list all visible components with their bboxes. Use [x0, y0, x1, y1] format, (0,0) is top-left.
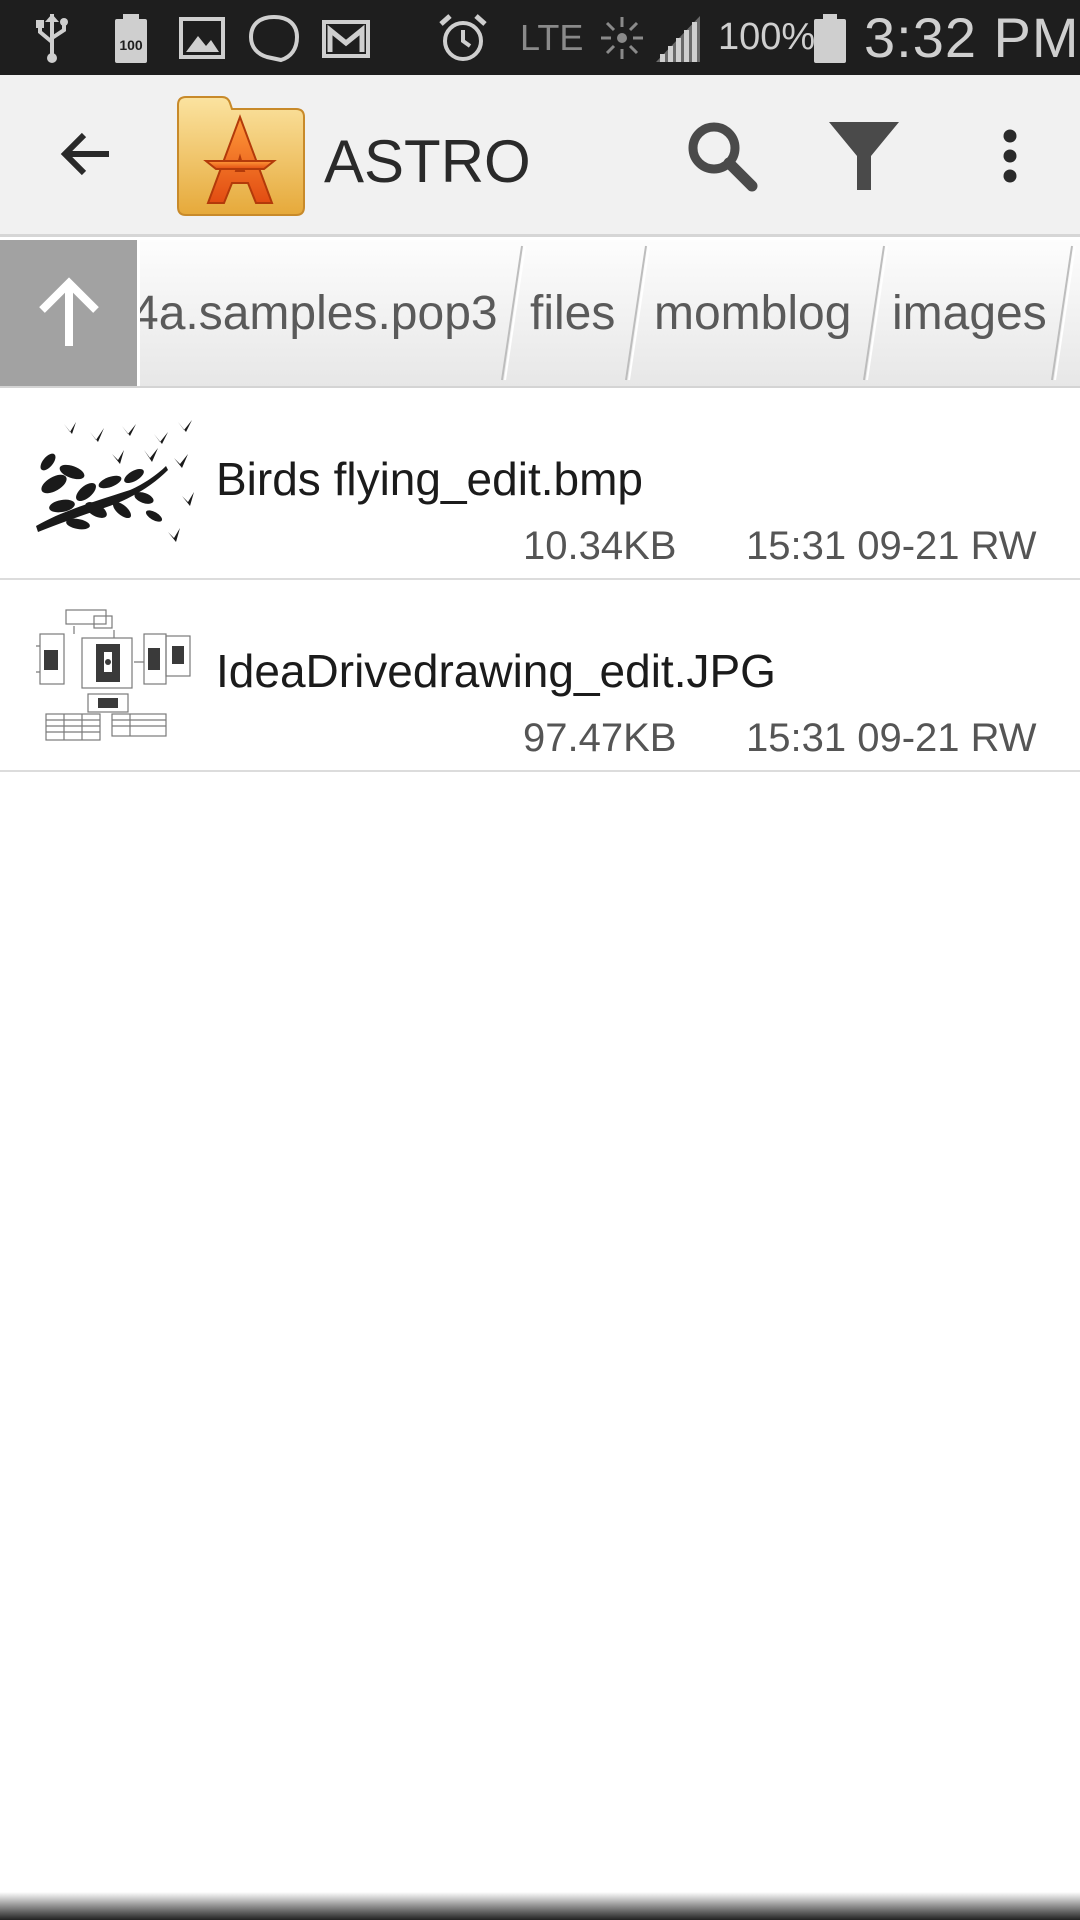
file-name: IdeaDrivedrawing_edit.JPG — [216, 645, 776, 697]
cell-signal-icon — [652, 8, 704, 68]
gmail-icon — [320, 8, 372, 68]
astro-folder-logo: A — [172, 91, 308, 226]
battery-badge-text: 100 — [119, 37, 143, 53]
up-directory-button[interactable] — [0, 240, 140, 386]
clock: 3:32 PM — [864, 6, 1080, 69]
battery-percent: 100% — [718, 16, 816, 58]
breadcrumb-separator — [501, 245, 526, 381]
usb-icon — [30, 8, 74, 68]
app-logo[interactable]: A — [172, 93, 308, 223]
file-meta: 15:31 09-21 RW — [746, 716, 1037, 760]
file-size: 10.34KB — [523, 524, 677, 568]
more-vert-icon — [1002, 128, 1018, 189]
breadcrumb: 4a.samples.pop3 files momblog images — [0, 240, 1080, 388]
file-meta: 15:31 09-21 RW — [746, 524, 1037, 568]
filter-button[interactable] — [816, 113, 912, 203]
file-list: Birds flying_edit.bmp 10.34KB 15:31 09-2… — [0, 388, 1080, 772]
breadcrumb-segment[interactable]: momblog — [654, 240, 851, 386]
app-title: ASTRO — [324, 128, 531, 195]
search-icon — [684, 118, 760, 199]
signal-activity-icon — [596, 8, 648, 68]
file-row[interactable]: IdeaDrivedrawing_edit.JPG 97.47KB 15:31 … — [0, 580, 1080, 772]
breadcrumb-separator — [1051, 245, 1076, 381]
file-row[interactable]: Birds flying_edit.bmp 10.34KB 15:31 09-2… — [0, 388, 1080, 580]
breadcrumb-segment[interactable]: images — [892, 240, 1047, 386]
status-bar: 100 LTE 100% 3:32 PM — [0, 0, 1080, 75]
network-type: LTE — [520, 16, 584, 58]
back-button[interactable] — [40, 116, 130, 196]
more-options-button[interactable] — [972, 113, 1048, 203]
file-size: 97.47KB — [523, 716, 677, 760]
breadcrumb-segment[interactable]: 4a.samples.pop3 — [132, 240, 498, 386]
battery-100-icon: 100 — [110, 8, 152, 68]
action-bar: A ASTRO — [0, 75, 1080, 237]
gallery-icon — [176, 8, 228, 68]
arrow-up-icon — [34, 276, 104, 353]
breadcrumb-separator — [625, 245, 650, 381]
chat-bubble-icon — [246, 8, 302, 68]
breadcrumb-segment[interactable]: files — [530, 240, 615, 386]
alarm-icon — [436, 8, 490, 68]
back-arrow-icon — [57, 129, 113, 184]
drawing-thumbnail — [34, 606, 194, 742]
bottom-edge-shadow — [0, 1892, 1080, 1920]
file-name: Birds flying_edit.bmp — [216, 453, 643, 505]
breadcrumb-separator — [863, 245, 888, 381]
filter-icon — [827, 120, 901, 197]
birds-thumbnail — [34, 414, 194, 550]
battery-icon — [810, 8, 850, 68]
search-button[interactable] — [672, 113, 772, 203]
